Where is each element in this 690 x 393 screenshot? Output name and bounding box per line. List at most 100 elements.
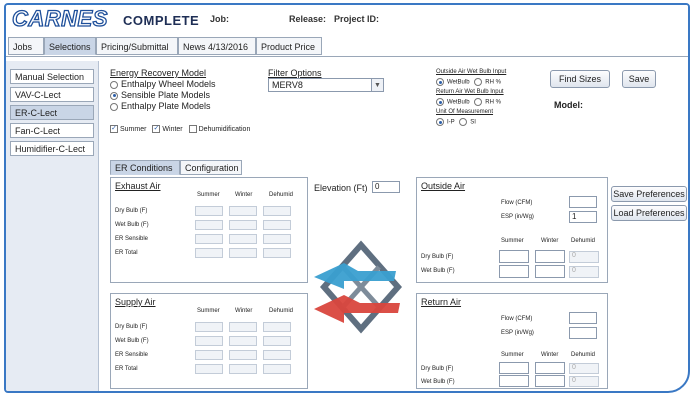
col-dehumid: Dehumid bbox=[571, 352, 596, 358]
return-winter-dry-bulb-input[interactable] bbox=[535, 362, 565, 374]
outside-winter-wet-bulb-input[interactable] bbox=[535, 265, 565, 278]
app-header: CARNES COMPLETE Job: Release: Project ID… bbox=[6, 5, 688, 33]
rh-label: RH % bbox=[485, 99, 501, 106]
return-summer-wet-bulb-input[interactable] bbox=[499, 375, 529, 387]
tab-divider bbox=[6, 56, 688, 57]
outside-esp-input[interactable]: 1 bbox=[569, 211, 597, 223]
supply-cell bbox=[229, 322, 257, 332]
sidebar: Manual Selection VAV-C-Lect ER-C-Lect Fa… bbox=[6, 61, 99, 391]
save-preferences-button[interactable]: Save Preferences bbox=[611, 186, 687, 202]
row-er-sensible: ER Sensible bbox=[115, 236, 149, 242]
radio-selected-icon[interactable] bbox=[436, 118, 444, 126]
supply-cell bbox=[263, 350, 291, 360]
filter-select[interactable]: MERV8 ▼ bbox=[268, 78, 384, 92]
outside-flow-input[interactable] bbox=[569, 196, 597, 208]
unit-of-measurement-title: Unit Of Measurement bbox=[436, 109, 494, 115]
unit-options: I-P SI bbox=[436, 118, 476, 126]
return-summer-dry-bulb-input[interactable] bbox=[499, 362, 529, 374]
col-dehumid: Dehumid bbox=[269, 308, 294, 314]
col-dehumid: Dehumid bbox=[571, 238, 596, 244]
carnes-logo: CARNES bbox=[11, 5, 108, 31]
exhaust-cell bbox=[263, 206, 291, 216]
supply-cell bbox=[229, 336, 257, 346]
tab-jobs[interactable]: Jobs bbox=[8, 37, 44, 55]
col-winter: Winter bbox=[235, 192, 253, 198]
supply-cell bbox=[195, 322, 223, 332]
outside-summer-dry-bulb-input[interactable] bbox=[499, 250, 529, 263]
wetbulb-label: WetBulb bbox=[447, 99, 470, 106]
chevron-down-icon[interactable]: ▼ bbox=[371, 79, 383, 91]
radio-icon[interactable] bbox=[459, 118, 468, 126]
col-winter: Winter bbox=[541, 238, 559, 244]
app-window: CARNES COMPLETE Job: Release: Project ID… bbox=[4, 3, 690, 393]
row-er-total: ER Total bbox=[115, 250, 138, 256]
row-dry-bulb: Dry Bulb (F) bbox=[115, 208, 148, 214]
exhaust-cell bbox=[195, 220, 223, 230]
supply-cell bbox=[263, 336, 291, 346]
model-option-label: Enthalpy Wheel Models bbox=[121, 79, 216, 89]
radio-selected-icon[interactable] bbox=[436, 78, 444, 86]
radio-icon[interactable] bbox=[110, 102, 118, 111]
exhaust-cell bbox=[195, 206, 223, 216]
row-wet-bulb: Wet Bulb (F) bbox=[421, 268, 455, 274]
flow-cfm-label: Flow (CFM) bbox=[501, 316, 533, 322]
sidebar-item-manual-selection[interactable]: Manual Selection bbox=[10, 69, 94, 84]
tab-selections[interactable]: Selections bbox=[44, 37, 96, 55]
model-option-sensible-plate[interactable]: Sensible Plate Models bbox=[110, 90, 210, 100]
season-checkboxes: ✓ Summer ✓ Winter Dehumidification bbox=[110, 125, 250, 133]
load-preferences-button[interactable]: Load Preferences bbox=[611, 205, 687, 221]
save-button[interactable]: Save bbox=[622, 70, 656, 88]
exhaust-cell bbox=[229, 206, 257, 216]
summer-checkbox[interactable]: ✓ bbox=[110, 125, 118, 133]
col-summer: Summer bbox=[197, 308, 220, 314]
radio-icon[interactable] bbox=[474, 78, 483, 86]
col-summer: Summer bbox=[501, 238, 524, 244]
radio-icon[interactable] bbox=[110, 80, 118, 89]
sidebar-item-humidifier-c-lect[interactable]: Humidifier-C-Lect bbox=[10, 141, 94, 156]
return-wetbulb-title: Return Air Wet Bulb Input bbox=[436, 89, 504, 95]
outside-summer-wet-bulb-input[interactable] bbox=[499, 265, 529, 278]
outside-dehumid-dry-bulb-cell: 0 bbox=[569, 251, 599, 263]
exhaust-air-panel: Exhaust Air Summer Winter Dehumid Dry Bu… bbox=[110, 177, 308, 283]
outside-wetbulb-title: Outside Air Wet Bulb Input bbox=[436, 69, 507, 75]
sidebar-item-fan-c-lect[interactable]: Fan-C-Lect bbox=[10, 123, 94, 138]
si-label: SI bbox=[470, 119, 476, 126]
exhaust-cell bbox=[263, 248, 291, 258]
subtab-er-conditions[interactable]: ER Conditions bbox=[110, 160, 180, 175]
return-esp-input[interactable] bbox=[569, 327, 597, 339]
model-label: Model: bbox=[554, 100, 583, 110]
esp-label: ESP (in/Wg) bbox=[501, 330, 534, 336]
filter-selected-value: MERV8 bbox=[272, 80, 303, 90]
exhaust-cell bbox=[229, 234, 257, 244]
ip-label: I-P bbox=[447, 119, 455, 126]
tab-news[interactable]: News 4/13/2016 bbox=[178, 37, 256, 55]
winter-label: Winter bbox=[162, 125, 183, 133]
sidebar-item-vav-c-lect[interactable]: VAV-C-Lect bbox=[10, 87, 94, 102]
radio-icon[interactable] bbox=[474, 98, 483, 106]
sidebar-item-er-c-lect[interactable]: ER-C-Lect bbox=[10, 105, 94, 120]
job-label: Job: bbox=[210, 14, 229, 24]
return-flow-input[interactable] bbox=[569, 312, 597, 324]
model-option-enthalpy-wheel[interactable]: Enthalpy Wheel Models bbox=[110, 79, 216, 89]
radio-selected-icon[interactable] bbox=[436, 98, 444, 106]
row-wet-bulb: Wet Bulb (F) bbox=[421, 379, 455, 385]
row-wet-bulb: Wet Bulb (F) bbox=[115, 222, 149, 228]
subtab-configuration[interactable]: Configuration bbox=[180, 160, 242, 175]
tab-product-price[interactable]: Product Price bbox=[256, 37, 322, 55]
find-sizes-button[interactable]: Find Sizes bbox=[550, 70, 610, 88]
tab-pricing-submittal[interactable]: Pricing/Submittal bbox=[96, 37, 178, 55]
winter-checkbox[interactable]: ✓ bbox=[152, 125, 161, 133]
supply-air-title: Supply Air bbox=[115, 297, 156, 307]
model-option-enthalpy-plate[interactable]: Enthalpy Plate Models bbox=[110, 101, 211, 111]
elevation-input[interactable]: 0 bbox=[372, 181, 400, 193]
dehumidification-checkbox[interactable] bbox=[188, 125, 197, 133]
release-label: Release: bbox=[289, 14, 327, 24]
return-winter-wet-bulb-input[interactable] bbox=[535, 375, 565, 387]
outside-winter-dry-bulb-input[interactable] bbox=[535, 250, 565, 263]
exhaust-air-title: Exhaust Air bbox=[115, 181, 161, 191]
return-wetbulb-options: WetBulb RH % bbox=[436, 98, 501, 106]
radio-selected-icon[interactable] bbox=[110, 91, 118, 100]
outside-dehumid-wet-bulb-cell: 0 bbox=[569, 266, 599, 278]
exhaust-cell bbox=[195, 248, 223, 258]
model-option-label: Enthalpy Plate Models bbox=[121, 101, 211, 111]
